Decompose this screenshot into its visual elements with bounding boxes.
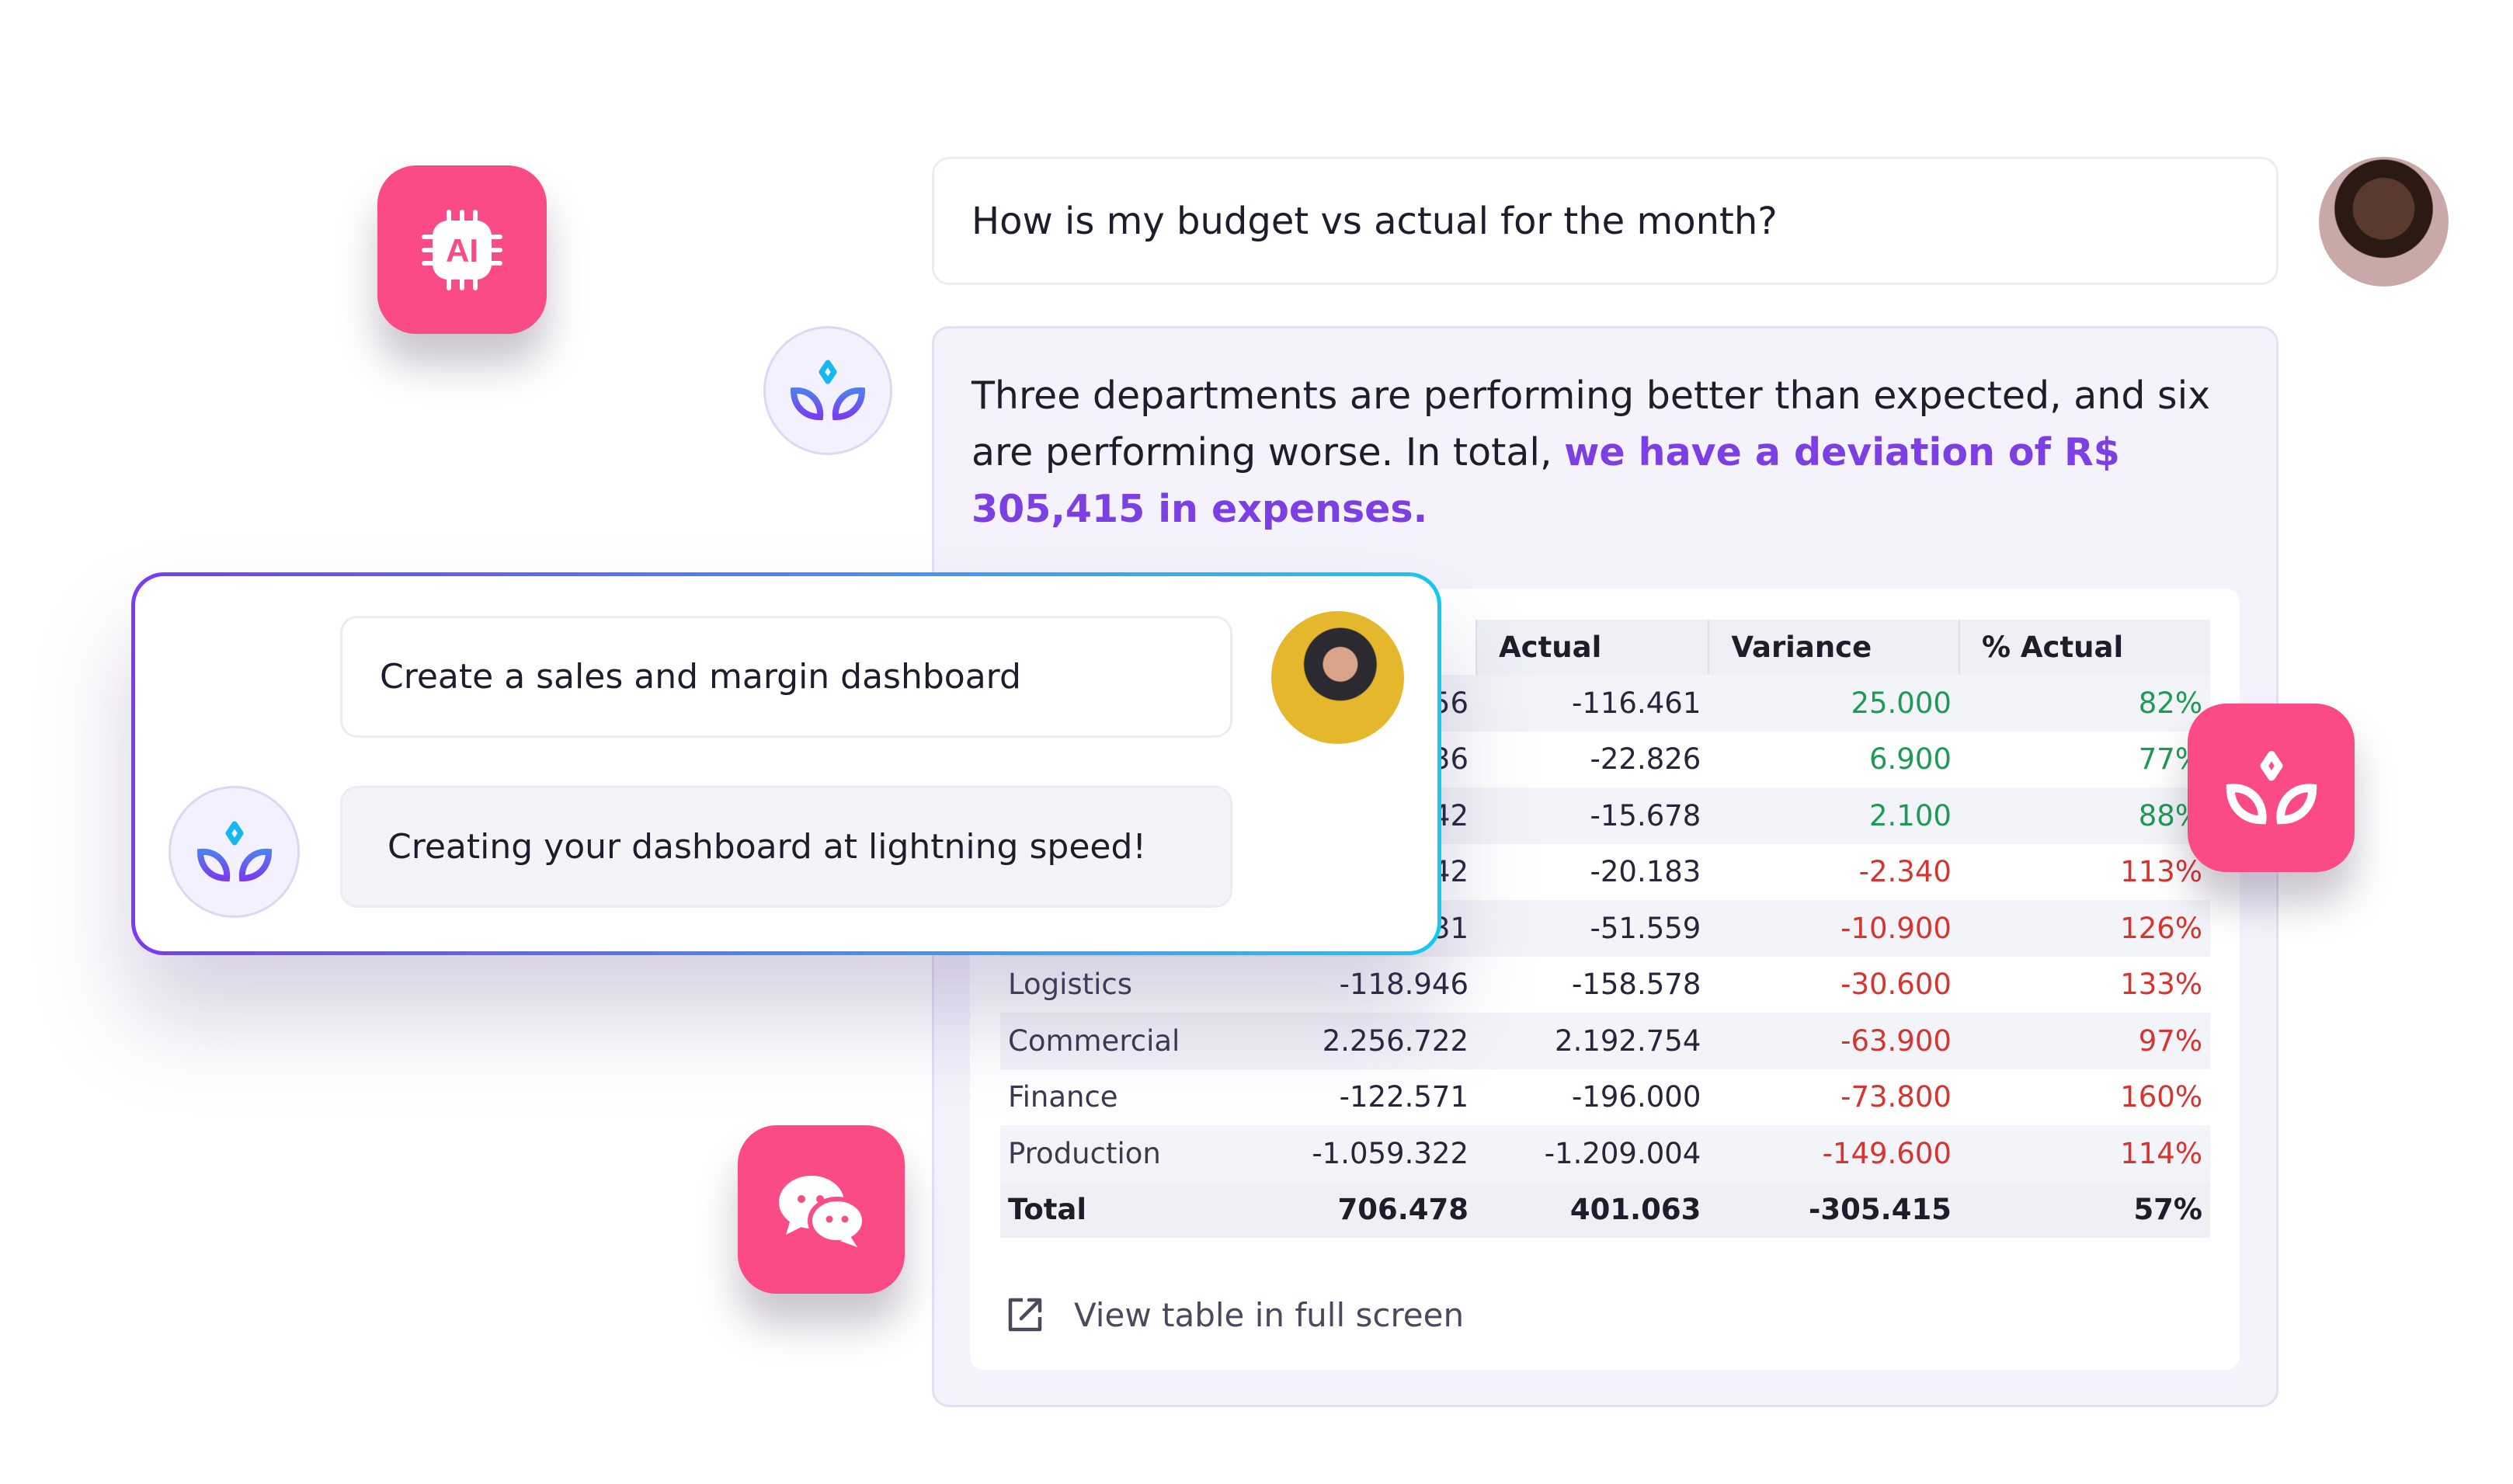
cell-actual: -15.678 (1476, 787, 1709, 844)
ai-chip-icon: AI (422, 209, 502, 290)
dashboard-assistant-avatar (169, 786, 300, 918)
table-row: Commercial 2.256.722 2.192.754 -63.900 97% (1000, 1013, 2210, 1069)
lotus-logo-icon (196, 821, 273, 883)
dashboard-assistant-message: Creating your dashboard at lightning spe… (340, 786, 1232, 908)
chat-tile (738, 1125, 905, 1294)
cell-department: Logistics (1008, 968, 1133, 1002)
cell-budget: -1.059.322 (1222, 1125, 1476, 1182)
user-message-text: How is my budget vs actual for the month… (971, 199, 1778, 243)
cell-pct-actual: 114% (1959, 1125, 2210, 1182)
dashboard-user-avatar[interactable] (1271, 611, 1404, 744)
lotus-tile (2188, 704, 2355, 872)
cell-actual: 2.192.754 (1476, 1013, 1709, 1069)
cell-pct-actual: 160% (2120, 1080, 2202, 1114)
dashboard-user-message: Create a sales and margin dashboard (340, 616, 1232, 738)
header-pct-actual[interactable]: % Actual (1958, 620, 2210, 675)
cell-variance: -10.900 (1708, 900, 1959, 957)
cell-actual: -22.826 (1590, 742, 1701, 777)
table-total-row: Total 706.478 401.063 -305.415 57% (1000, 1181, 2210, 1238)
cell-actual: -20.183 (1590, 855, 1701, 889)
cell-variance: -149.600 (1708, 1125, 1959, 1182)
cell-budget: -122.571 (1339, 1080, 1469, 1114)
cell-actual: -51.559 (1476, 900, 1709, 957)
cell-actual: -1.209.004 (1476, 1125, 1709, 1182)
cell-variance: -73.800 (1840, 1080, 1952, 1114)
chat-bubbles-icon (779, 1175, 866, 1247)
cell-pct-actual: 97% (1959, 1013, 2210, 1069)
external-link-icon (1008, 1298, 1042, 1332)
cell-variance: 25.000 (1708, 675, 1959, 732)
cell-pct-actual: 88% (1959, 787, 2210, 844)
table-row: Production -1.059.322 -1.209.004 -149.600 11… (1000, 1125, 2210, 1182)
ai-tile: AI (377, 165, 547, 334)
cell-pct-actual: 133% (2120, 968, 2202, 1002)
user-message: How is my budget vs actual for the month… (932, 157, 2278, 285)
dashboard-assistant-message-text: Creating your dashboard at lightning spe… (388, 827, 1147, 867)
svg-text:AI: AI (446, 232, 478, 269)
lotus-logo-icon (2225, 751, 2318, 825)
table-row: Logistics -118.946 -158.578 -30.600 133% (1000, 957, 2210, 1013)
cell-pct-actual: 77% (2138, 742, 2202, 777)
cell-actual: -196.000 (1572, 1080, 1701, 1114)
header-variance[interactable]: Variance (1708, 620, 1959, 675)
cell-pct-actual: 113% (2120, 855, 2202, 889)
assistant-answer-text: Three departments are performing better … (971, 367, 2214, 537)
cell-variance: 6.900 (1869, 742, 1952, 777)
view-fullscreen-link[interactable]: View table in full screen (1006, 1295, 1464, 1334)
cell-variance: -30.600 (1840, 968, 1952, 1002)
cell-variance: -2.340 (1858, 855, 1952, 889)
view-fullscreen-label: View table in full screen (1074, 1295, 1465, 1334)
cell-actual: -116.461 (1476, 675, 1709, 732)
cell-department: Finance (1008, 1080, 1118, 1114)
cell-department: Production (1000, 1125, 1222, 1182)
user-avatar[interactable] (2319, 157, 2449, 287)
cell-budget: 706.478 (1222, 1181, 1476, 1238)
cell-budget: -118.946 (1339, 968, 1469, 1002)
cell-pct-actual: 57% (1959, 1181, 2210, 1238)
cell-variance: -305.415 (1708, 1181, 1959, 1238)
cell-actual: -158.578 (1572, 968, 1701, 1002)
cell-department: Total (1000, 1181, 1222, 1238)
dashboard-chat-card: Create a sales and margin dashboard Crea… (131, 572, 1441, 955)
assistant-avatar (763, 326, 892, 455)
cell-pct-actual: 126% (1959, 900, 2210, 957)
dashboard-user-message-text: Create a sales and margin dashboard (380, 657, 1021, 697)
lotus-logo-icon (789, 360, 867, 422)
cell-variance: -63.900 (1708, 1013, 1959, 1069)
cell-department: Commercial (1000, 1013, 1222, 1069)
cell-pct-actual: 82% (1959, 675, 2210, 732)
header-actual[interactable]: Actual (1475, 620, 1709, 675)
cell-budget: 2.256.722 (1222, 1013, 1476, 1069)
table-row: Finance -122.571 -196.000 -73.800 160% (1000, 1069, 2210, 1126)
cell-variance: 2.100 (1708, 787, 1959, 844)
cell-actual: 401.063 (1476, 1181, 1709, 1238)
